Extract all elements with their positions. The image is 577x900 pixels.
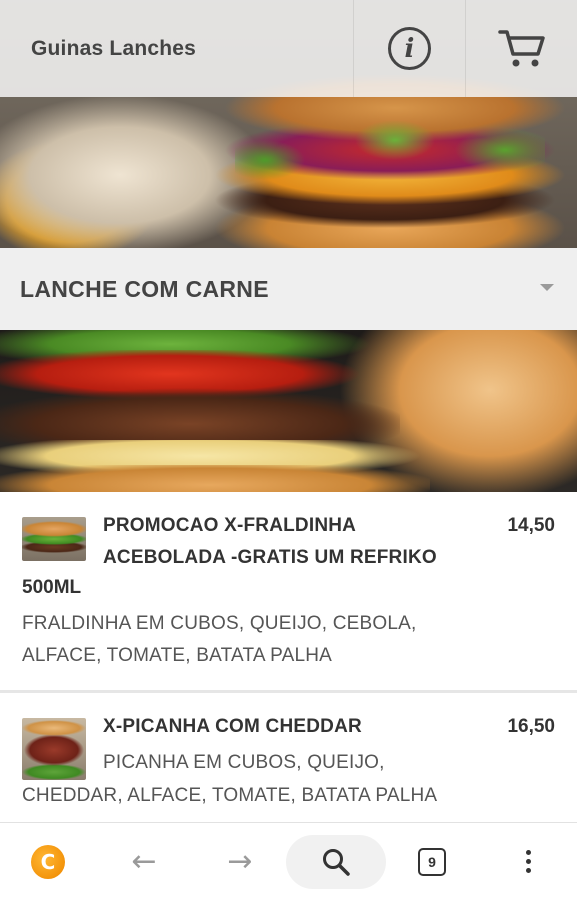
product-description-line: FRALDINHA EM CUBOS, QUEIJO, CEBOLA, bbox=[22, 613, 417, 634]
back-arrow-icon: ← bbox=[131, 844, 157, 879]
product-list: PROMOCAO X-FRALDINHA ACEBOLADA -GRATIS U… bbox=[0, 492, 577, 833]
info-button[interactable]: i bbox=[353, 0, 465, 97]
product-description: FRALDINHA EM CUBOS, QUEIJO, CEBOLA, ALFA… bbox=[22, 608, 555, 672]
browser-logo-icon: C bbox=[31, 844, 65, 879]
more-menu-icon bbox=[525, 850, 531, 873]
product-price: 16,50 bbox=[507, 716, 555, 737]
category-banner-image bbox=[0, 330, 577, 492]
product-item[interactable]: X-PICANHA COM CHEDDAR 16,50 PICANHA EM C… bbox=[0, 693, 577, 833]
store-title: Guinas Lanches bbox=[31, 36, 197, 60]
product-description-line: CHEDDAR, ALFACE, TOMATE, BATATA PALHA bbox=[22, 785, 438, 806]
search-button[interactable] bbox=[286, 823, 386, 900]
product-description-line: PICANHA EM CUBOS, QUEIJO, bbox=[103, 752, 385, 773]
forward-arrow-icon: → bbox=[227, 844, 253, 879]
product-title: PROMOCAO X-FRALDINHA ACEBOLADA -GRATIS U… bbox=[103, 510, 475, 574]
product-title-line: PROMOCAO X-FRALDINHA bbox=[103, 515, 357, 536]
more-menu-button[interactable] bbox=[480, 823, 576, 900]
banner-bottom-bun bbox=[0, 465, 430, 492]
product-price: 14,50 bbox=[507, 515, 555, 536]
search-pill bbox=[286, 834, 386, 889]
browser-logo-button[interactable]: C bbox=[0, 823, 96, 900]
product-thumbnail bbox=[22, 718, 86, 780]
product-title: X-PICANHA COM CHEDDAR bbox=[103, 716, 362, 737]
tabs-icon: 9 bbox=[418, 847, 446, 876]
browser-toolbar: C ← → 9 bbox=[0, 822, 577, 900]
chevron-down-icon bbox=[540, 284, 554, 291]
product-title-line: 500ML bbox=[22, 577, 82, 598]
category-dropdown[interactable]: LANCHE COM CARNE bbox=[0, 248, 577, 330]
product-thumbnail bbox=[22, 517, 86, 561]
forward-button[interactable]: → bbox=[192, 823, 288, 900]
product-title-line: ACEBOLADA -GRATIS UM REFRIKO bbox=[103, 547, 437, 568]
cart-button[interactable] bbox=[465, 0, 577, 97]
cart-icon bbox=[497, 29, 545, 66]
hero-lettuce bbox=[235, 120, 545, 180]
info-icon: i bbox=[388, 27, 431, 70]
app-header: Guinas Lanches i bbox=[0, 0, 577, 97]
tabs-button[interactable]: 9 bbox=[384, 823, 480, 900]
category-label: LANCHE COM CARNE bbox=[20, 275, 269, 302]
product-item[interactable]: PROMOCAO X-FRALDINHA ACEBOLADA -GRATIS U… bbox=[0, 492, 577, 693]
product-description-line: ALFACE, TOMATE, BATATA PALHA bbox=[22, 645, 333, 666]
back-button[interactable]: ← bbox=[96, 823, 192, 900]
search-icon bbox=[323, 848, 350, 876]
